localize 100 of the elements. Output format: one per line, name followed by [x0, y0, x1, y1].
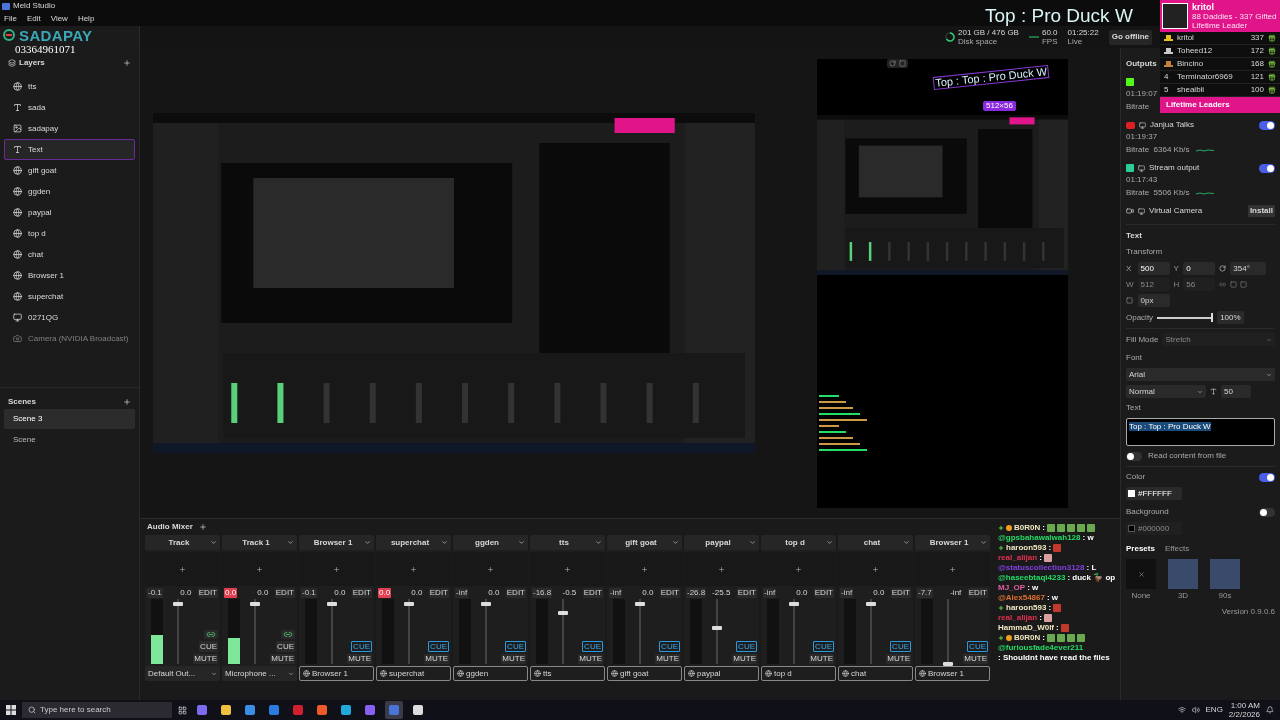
mute-button[interactable]: MUTE	[963, 654, 988, 664]
clock-time[interactable]: 1:00 AM	[1230, 701, 1260, 710]
source-select[interactable]: Microphone ...	[222, 666, 297, 681]
layer-item[interactable]: superchat	[4, 286, 135, 307]
tab[interactable]: Presets	[1126, 543, 1155, 555]
toggle-switch[interactable]	[1126, 451, 1142, 461]
edit-button[interactable]: EDIT	[351, 588, 372, 598]
fader-handle[interactable]	[712, 626, 722, 631]
rotation-field[interactable]: 354°	[1230, 262, 1267, 275]
layer-item[interactable]: paypal	[4, 202, 135, 223]
add-icon[interactable]	[641, 565, 648, 573]
mute-button[interactable]: MUTE	[270, 654, 295, 664]
layer-item[interactable]: tts	[4, 76, 135, 97]
add-icon[interactable]	[795, 565, 802, 573]
scene-item[interactable]: Scene	[4, 430, 135, 450]
toggle-switch[interactable]	[1259, 507, 1275, 517]
menu-item[interactable]: Help	[77, 15, 95, 23]
source-select[interactable]: top d	[761, 666, 836, 681]
language-indicator[interactable]: ENG	[1205, 704, 1223, 716]
mute-button[interactable]: MUTE	[424, 654, 449, 664]
layer-item[interactable]: Browser 1	[4, 265, 135, 286]
cue-button[interactable]: CUE	[967, 641, 988, 652]
mute-button[interactable]: MUTE	[501, 654, 526, 664]
fader-handle[interactable]	[404, 602, 414, 607]
go-offline-button[interactable]: Go offline	[1108, 29, 1152, 45]
number-field[interactable]: 500	[1137, 262, 1170, 275]
opacity-slider[interactable]	[1157, 313, 1214, 322]
source-select[interactable]: tts	[530, 666, 605, 681]
corner-field[interactable]: 0px	[1137, 294, 1170, 307]
source-select[interactable]: Default Out...	[145, 666, 220, 681]
link-icon[interactable]	[281, 630, 295, 639]
edit-button[interactable]: EDIT	[197, 588, 218, 598]
channel-select[interactable]: gift goat	[607, 535, 682, 550]
channel-select[interactable]: top d	[761, 535, 836, 550]
edit-button[interactable]: EDIT	[428, 588, 449, 598]
layer-item[interactable]: sada	[4, 97, 135, 118]
windows-logo-icon[interactable]	[6, 705, 16, 715]
add-icon[interactable]	[564, 565, 571, 573]
fader-handle[interactable]	[789, 602, 799, 607]
add-icon[interactable]	[179, 565, 186, 573]
edit-button[interactable]: EDIT	[813, 588, 834, 598]
task-view-icon[interactable]	[178, 705, 187, 715]
add-icon[interactable]	[123, 59, 131, 67]
layer-item[interactable]: top d	[4, 223, 135, 244]
channel-select[interactable]: Browser 1	[915, 535, 990, 550]
mute-button[interactable]: MUTE	[578, 654, 603, 664]
channel-select[interactable]: chat	[838, 535, 913, 550]
layer-item[interactable]: ggden	[4, 181, 135, 202]
notification-icon[interactable]	[1266, 706, 1274, 714]
cue-button[interactable]: CUE	[351, 641, 372, 652]
font-size-field[interactable]: 50	[1221, 385, 1251, 398]
fader-handle[interactable]	[943, 662, 953, 666]
channel-select[interactable]: Browser 1	[299, 535, 374, 550]
cue-button[interactable]: CUE	[659, 641, 680, 652]
cue-button[interactable]: CUE	[813, 641, 834, 652]
menu-item[interactable]: View	[50, 15, 68, 23]
source-select[interactable]: paypal	[684, 666, 759, 681]
edit-button[interactable]: EDIT	[274, 588, 295, 598]
source-select[interactable]: gift goat	[607, 666, 682, 681]
search-field[interactable]: Type here to search	[22, 702, 172, 718]
opacity-field[interactable]: 100%	[1217, 311, 1244, 324]
text-area[interactable]: Top : Top : Pro Duck W	[1126, 418, 1275, 446]
channel-select[interactable]: tts	[530, 535, 605, 550]
fader-handle[interactable]	[866, 602, 876, 607]
menu-item[interactable]: File	[4, 15, 17, 23]
channel-select[interactable]: paypal	[684, 535, 759, 550]
number-field[interactable]: 0	[1183, 262, 1216, 275]
volume-icon[interactable]	[1191, 706, 1200, 714]
fader-handle[interactable]	[173, 602, 183, 607]
cue-button[interactable]: CUE	[736, 641, 757, 652]
source-select[interactable]: Browser 1	[915, 666, 990, 681]
add-icon[interactable]	[123, 398, 131, 406]
tab[interactable]: Effects	[1164, 543, 1190, 555]
cue-button[interactable]: CUE	[428, 641, 449, 652]
fader-handle[interactable]	[481, 602, 491, 607]
add-icon[interactable]	[410, 565, 417, 573]
fill-mode-select[interactable]: Stretch	[1162, 333, 1275, 346]
link-icon[interactable]	[204, 630, 218, 639]
cue-button[interactable]: CUE	[890, 641, 911, 652]
mute-button[interactable]: MUTE	[655, 654, 680, 664]
source-select[interactable]: chat	[838, 666, 913, 681]
preset-empty-tile[interactable]	[1126, 559, 1156, 589]
add-icon[interactable]	[333, 565, 340, 573]
color-field[interactable]: #FFFFFF	[1126, 487, 1182, 500]
cue-button[interactable]: CUE	[199, 641, 218, 652]
clock-date[interactable]: 2/2/2026	[1228, 710, 1260, 719]
mute-button[interactable]: MUTE	[809, 654, 834, 664]
font-select[interactable]: Arial	[1126, 368, 1275, 381]
edit-button[interactable]: EDIT	[659, 588, 680, 598]
fader-handle[interactable]	[635, 602, 645, 607]
source-select[interactable]: Browser 1	[299, 666, 374, 681]
fader-handle[interactable]	[250, 602, 260, 607]
layer-item[interactable]: chat	[4, 244, 135, 265]
layer-item[interactable]: sadapay	[4, 118, 135, 139]
install-button[interactable]: Install	[1247, 205, 1275, 217]
channel-select[interactable]: Track	[145, 535, 220, 550]
edit-button[interactable]: EDIT	[736, 588, 757, 598]
fader-handle[interactable]	[327, 602, 337, 607]
add-icon[interactable]	[487, 565, 494, 573]
wifi-icon[interactable]	[1177, 706, 1186, 714]
